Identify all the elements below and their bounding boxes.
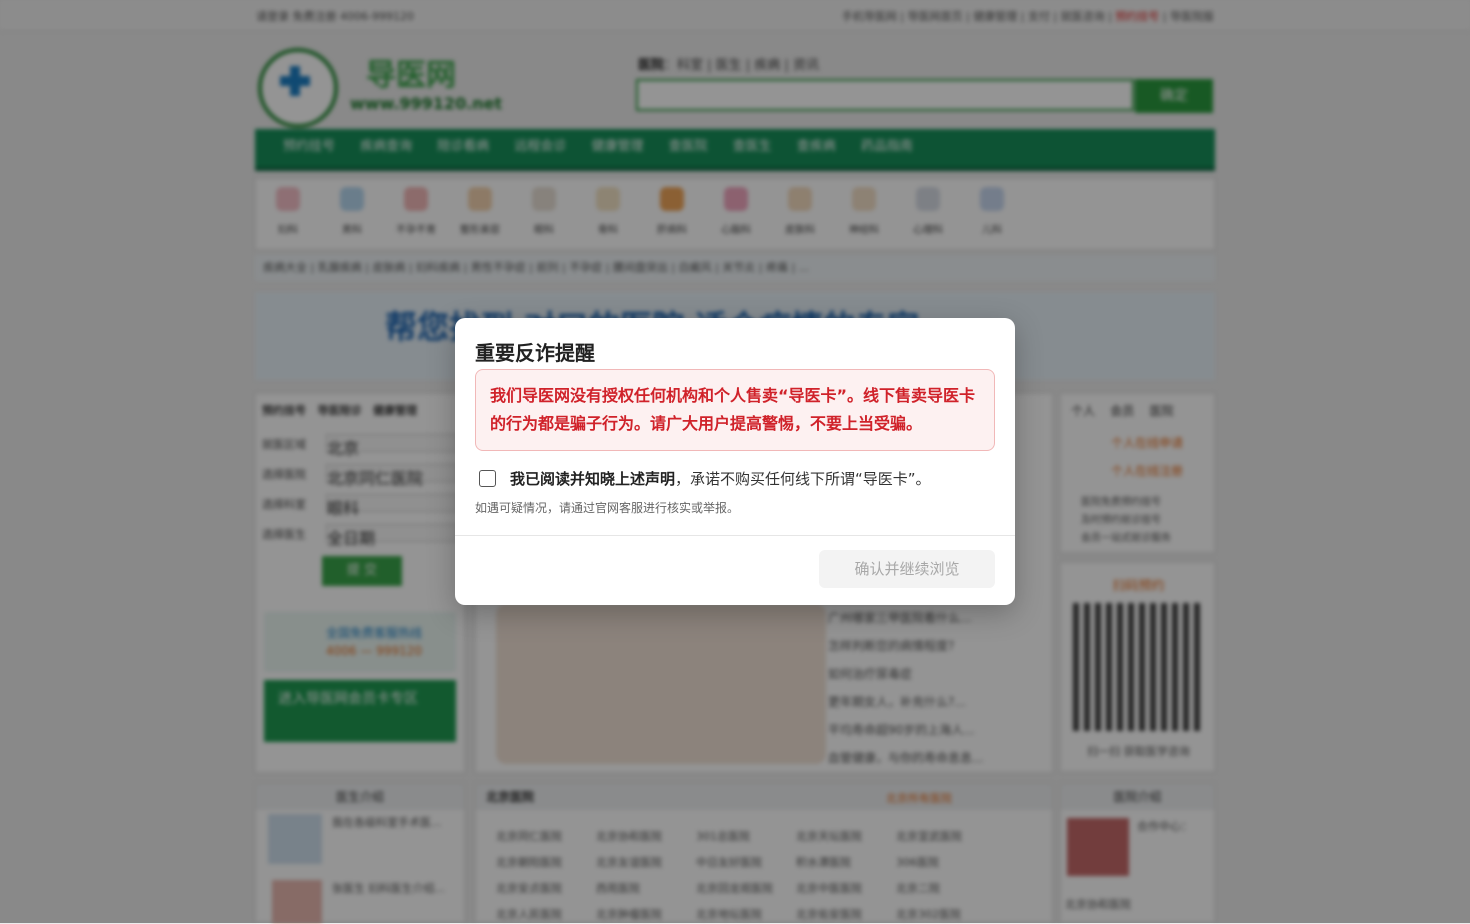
warning-box: 我们导医网没有授权任何机构和个人售卖“导医卡”。线下售卖导医卡的行为都是骗子行为… [475,369,995,451]
report-hint: 如遇可疑情况，请通过官网客服进行核实或举报。 [475,501,740,515]
modal-divider [455,535,1015,536]
anti-fraud-modal: 重要反诈提醒 我们导医网没有授权任何机构和个人售卖“导医卡”。线下售卖导医卡的行… [455,318,1015,605]
agree-row[interactable]: 我已阅读并知晓上述声明 ，承诺不购买任何线下所谓“导医卡”。 [479,466,931,490]
modal-title: 重要反诈提醒 [475,341,595,365]
confirm-continue-button[interactable]: 确认并继续浏览 [819,550,995,588]
agree-commitment[interactable]: ，承诺不购买任何线下所谓“导医卡”。 [675,468,931,489]
agree-statement[interactable]: 我已阅读并知晓上述声明 [510,468,675,489]
agree-checkbox[interactable] [479,469,496,487]
